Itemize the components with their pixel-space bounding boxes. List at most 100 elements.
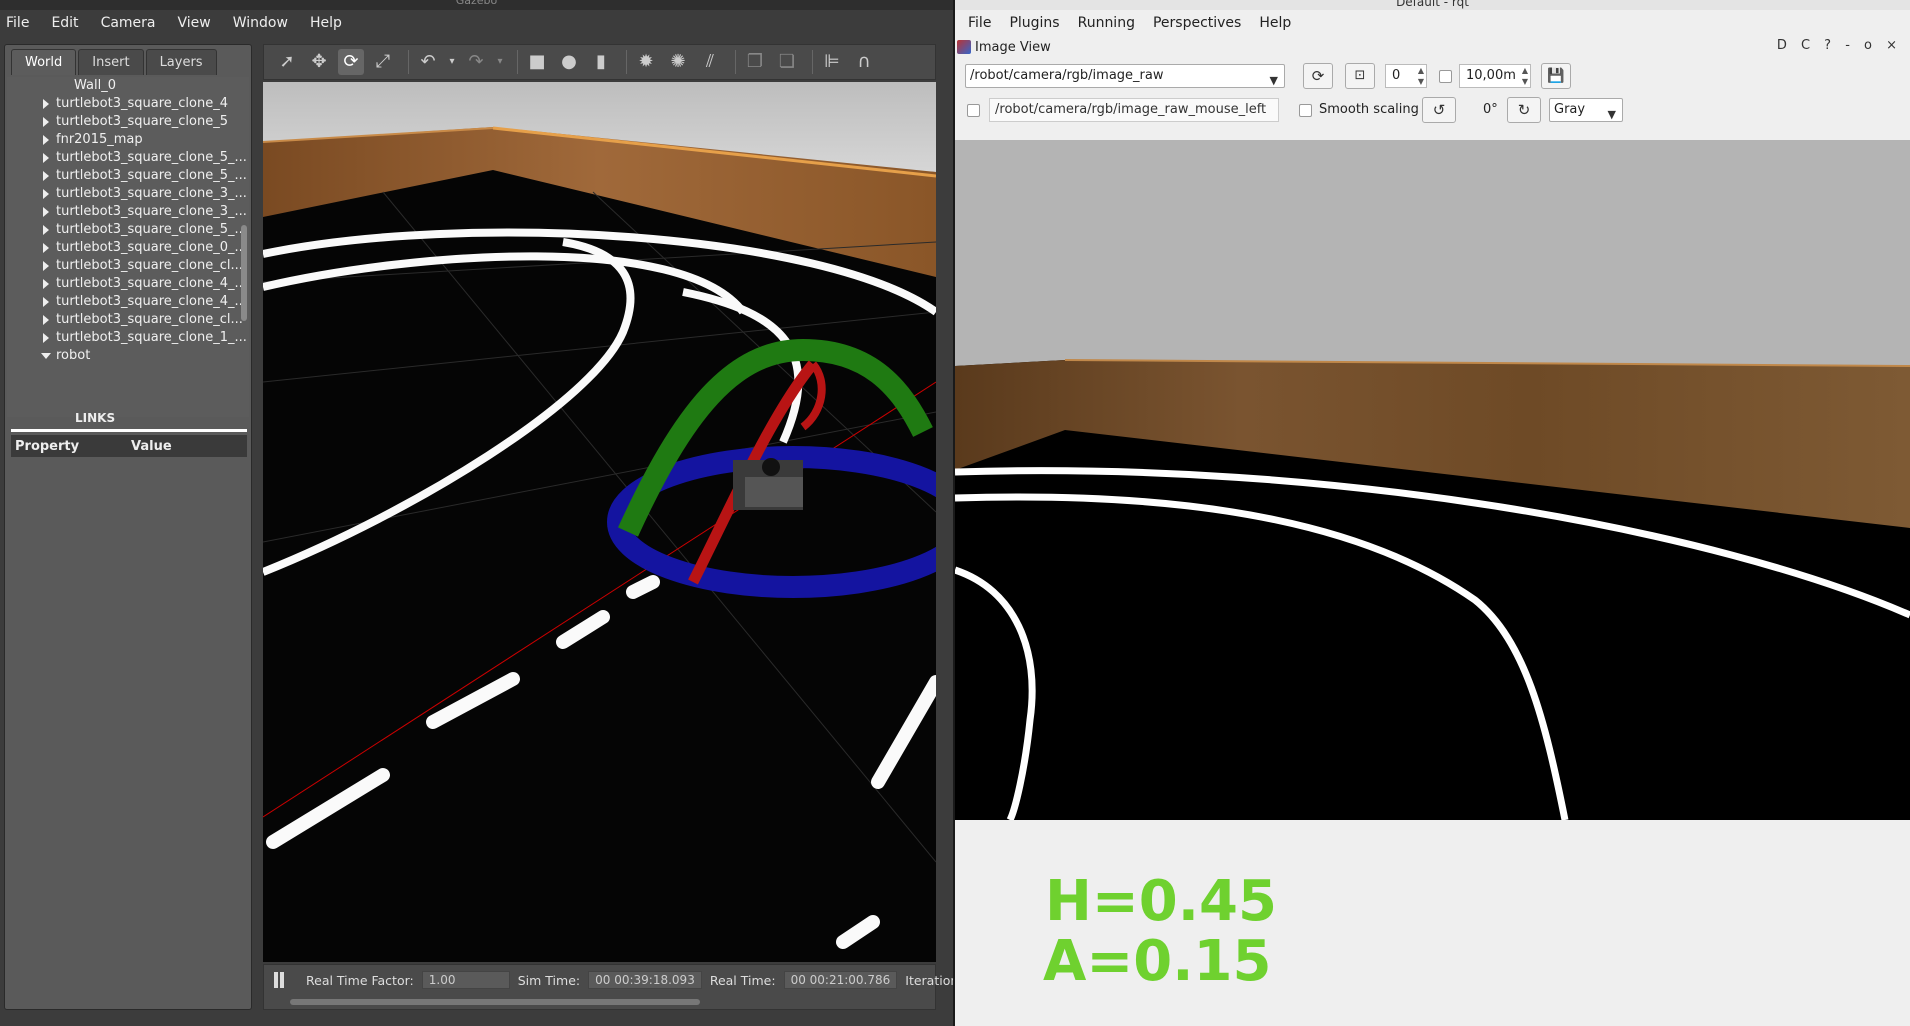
menu-camera[interactable]: Camera <box>101 15 156 31</box>
rotate-icon[interactable]: ⟳ <box>338 49 364 75</box>
tree-item[interactable]: turtlebot3_square_clone_5_... <box>7 167 249 185</box>
tree-scrollbar[interactable] <box>241 225 247 321</box>
links-divider <box>11 429 247 432</box>
point-light-icon[interactable]: ✹ <box>633 49 659 75</box>
tree-item[interactable]: turtlebot3_square_clone_4_... <box>7 293 249 311</box>
tree-item[interactable]: turtlebot3_square_clone_cl... <box>7 311 249 329</box>
mouse-publish-checkbox[interactable] <box>967 104 980 117</box>
smooth-scaling-checkbox[interactable] <box>1299 104 1312 117</box>
menu-help[interactable]: Help <box>310 15 342 31</box>
status-scrollbar[interactable] <box>290 999 700 1005</box>
tree-item-label: fnr2015_map <box>56 132 143 147</box>
collapsed-arrow-icon[interactable] <box>43 171 49 181</box>
collapsed-arrow-icon[interactable] <box>43 153 49 163</box>
menu-edit[interactable]: Edit <box>51 15 78 31</box>
menu-view[interactable]: View <box>178 15 211 31</box>
expanded-arrow-icon[interactable] <box>41 353 51 359</box>
model-tree: Wall_0 turtlebot3_square_clone_4 turtlebot… <box>7 77 249 417</box>
mouse-topic-field[interactable]: /robot/camera/rgb/image_raw_mouse_left <box>989 98 1279 122</box>
tab-insert[interactable]: Insert <box>78 49 144 75</box>
collapsed-arrow-icon[interactable] <box>43 279 49 289</box>
max-range-spinbox[interactable]: 10,00m ▲ ▼ <box>1459 64 1531 88</box>
translate-icon[interactable]: ✥ <box>306 49 332 75</box>
gazebo-menubar: File Edit Camera View Window Help <box>0 10 953 36</box>
tree-item-label: turtlebot3_square_clone_cl... <box>56 258 243 273</box>
box-shape-icon[interactable]: ■ <box>524 49 550 75</box>
menu-file[interactable]: File <box>6 15 29 31</box>
directional-light-icon[interactable]: ⫽ <box>697 49 723 75</box>
scale-icon[interactable]: ⤢ <box>370 49 396 75</box>
spot-light-icon[interactable]: ✺ <box>665 49 691 75</box>
collapsed-arrow-icon[interactable] <box>43 261 49 271</box>
collapsed-arrow-icon[interactable] <box>43 135 49 145</box>
collapsed-arrow-icon[interactable] <box>43 333 49 343</box>
rqt-menu-plugins[interactable]: Plugins <box>1009 15 1059 31</box>
tree-item[interactable]: turtlebot3_square_clone_4_... <box>7 275 249 293</box>
undo-icon[interactable]: ↶ <box>415 49 441 75</box>
gazebo-title-bar: Gazebo <box>0 0 953 10</box>
undo-dropdown-icon[interactable]: ▾ <box>447 49 457 75</box>
tree-item-label: robot <box>56 348 91 363</box>
rotation-value: 0° <box>1483 102 1498 117</box>
paste-icon[interactable]: ❏ <box>774 49 800 75</box>
plugin-title: Image View <box>975 39 1051 55</box>
tree-item[interactable]: Wall_0 <box>7 77 249 95</box>
collapsed-arrow-icon[interactable] <box>43 99 49 109</box>
gridlines-spinbox[interactable]: 0 ▲ ▼ <box>1385 64 1427 88</box>
select-arrow-icon[interactable]: ➚ <box>274 49 300 75</box>
sphere-shape-icon[interactable]: ● <box>556 49 582 75</box>
tree-item[interactable]: robot <box>7 347 249 365</box>
tree-item[interactable]: turtlebot3_square_clone_1_... <box>7 329 249 347</box>
pause-icon[interactable] <box>272 972 286 988</box>
collapsed-arrow-icon[interactable] <box>43 207 49 217</box>
rqt-menu-help[interactable]: Help <box>1259 15 1291 31</box>
rqt-menu-running[interactable]: Running <box>1078 15 1135 31</box>
gridlines-value: 0 <box>1392 68 1401 83</box>
tab-layers[interactable]: Layers <box>145 49 217 75</box>
zoom-fit-button[interactable]: ⊡ <box>1345 63 1375 89</box>
collapsed-arrow-icon[interactable] <box>43 189 49 199</box>
tree-item[interactable]: turtlebot3_square_clone_4 <box>7 95 249 113</box>
value-column-header: Value <box>131 438 172 454</box>
dock-buttons[interactable]: D C ? - o × <box>1777 38 1902 53</box>
refresh-topics-button[interactable]: ⟳ <box>1303 63 1333 89</box>
collapsed-arrow-icon[interactable] <box>43 297 49 307</box>
tree-item[interactable]: turtlebot3_square_clone_3_... <box>7 203 249 221</box>
rotate-right-button[interactable]: ↻ <box>1507 97 1541 123</box>
redo-icon[interactable]: ↷ <box>463 49 489 75</box>
collapsed-arrow-icon[interactable] <box>43 243 49 253</box>
depth-color-checkbox[interactable] <box>1439 70 1452 83</box>
color-scheme-select[interactable]: Gray ▼ <box>1549 98 1623 122</box>
tree-item[interactable]: turtlebot3_square_clone_cl... <box>7 257 249 275</box>
cylinder-shape-icon[interactable]: ▮ <box>588 49 614 75</box>
collapsed-arrow-icon[interactable] <box>43 225 49 235</box>
spin-arrows-icon[interactable]: ▲ ▼ <box>1522 65 1528 87</box>
tree-item[interactable]: turtlebot3_square_clone_5 <box>7 113 249 131</box>
toolbar-separator <box>408 50 409 74</box>
redo-dropdown-icon[interactable]: ▾ <box>495 49 505 75</box>
rqt-menu-file[interactable]: File <box>968 15 991 31</box>
save-image-button[interactable]: 💾 <box>1541 63 1571 89</box>
spin-arrows-icon[interactable]: ▲ ▼ <box>1418 65 1424 87</box>
tree-item[interactable]: turtlebot3_square_clone_0_... <box>7 239 249 257</box>
tree-item[interactable]: fnr2015_map <box>7 131 249 149</box>
collapsed-arrow-icon[interactable] <box>43 315 49 325</box>
topic-select[interactable]: /robot/camera/rgb/image_raw ▼ <box>965 64 1285 88</box>
tree-item-label: turtlebot3_square_clone_0_... <box>56 240 247 255</box>
copy-icon[interactable]: ❐ <box>742 49 768 75</box>
rotate-left-button[interactable]: ↺ <box>1422 97 1456 123</box>
snap-magnet-icon[interactable]: ∩ <box>851 49 877 75</box>
align-icon[interactable]: ⊫ <box>819 49 845 75</box>
tree-item[interactable]: turtlebot3_square_clone_3_... <box>7 185 249 203</box>
camera-image[interactable] <box>955 140 1910 820</box>
tree-item[interactable]: turtlebot3_square_clone_5_... <box>7 221 249 239</box>
tree-item[interactable]: turtlebot3_square_clone_5_... <box>7 149 249 167</box>
gazebo-3d-viewport[interactable] <box>263 82 936 962</box>
panel-splitter[interactable] <box>252 44 262 1010</box>
menu-window[interactable]: Window <box>233 15 288 31</box>
rtf-value: 1.00 <box>421 971 510 989</box>
collapsed-arrow-icon[interactable] <box>43 117 49 127</box>
tab-world[interactable]: World <box>11 49 77 75</box>
gazebo-window: Gazebo File Edit Camera View Window Help… <box>0 0 958 1026</box>
rqt-menu-perspectives[interactable]: Perspectives <box>1153 15 1241 31</box>
